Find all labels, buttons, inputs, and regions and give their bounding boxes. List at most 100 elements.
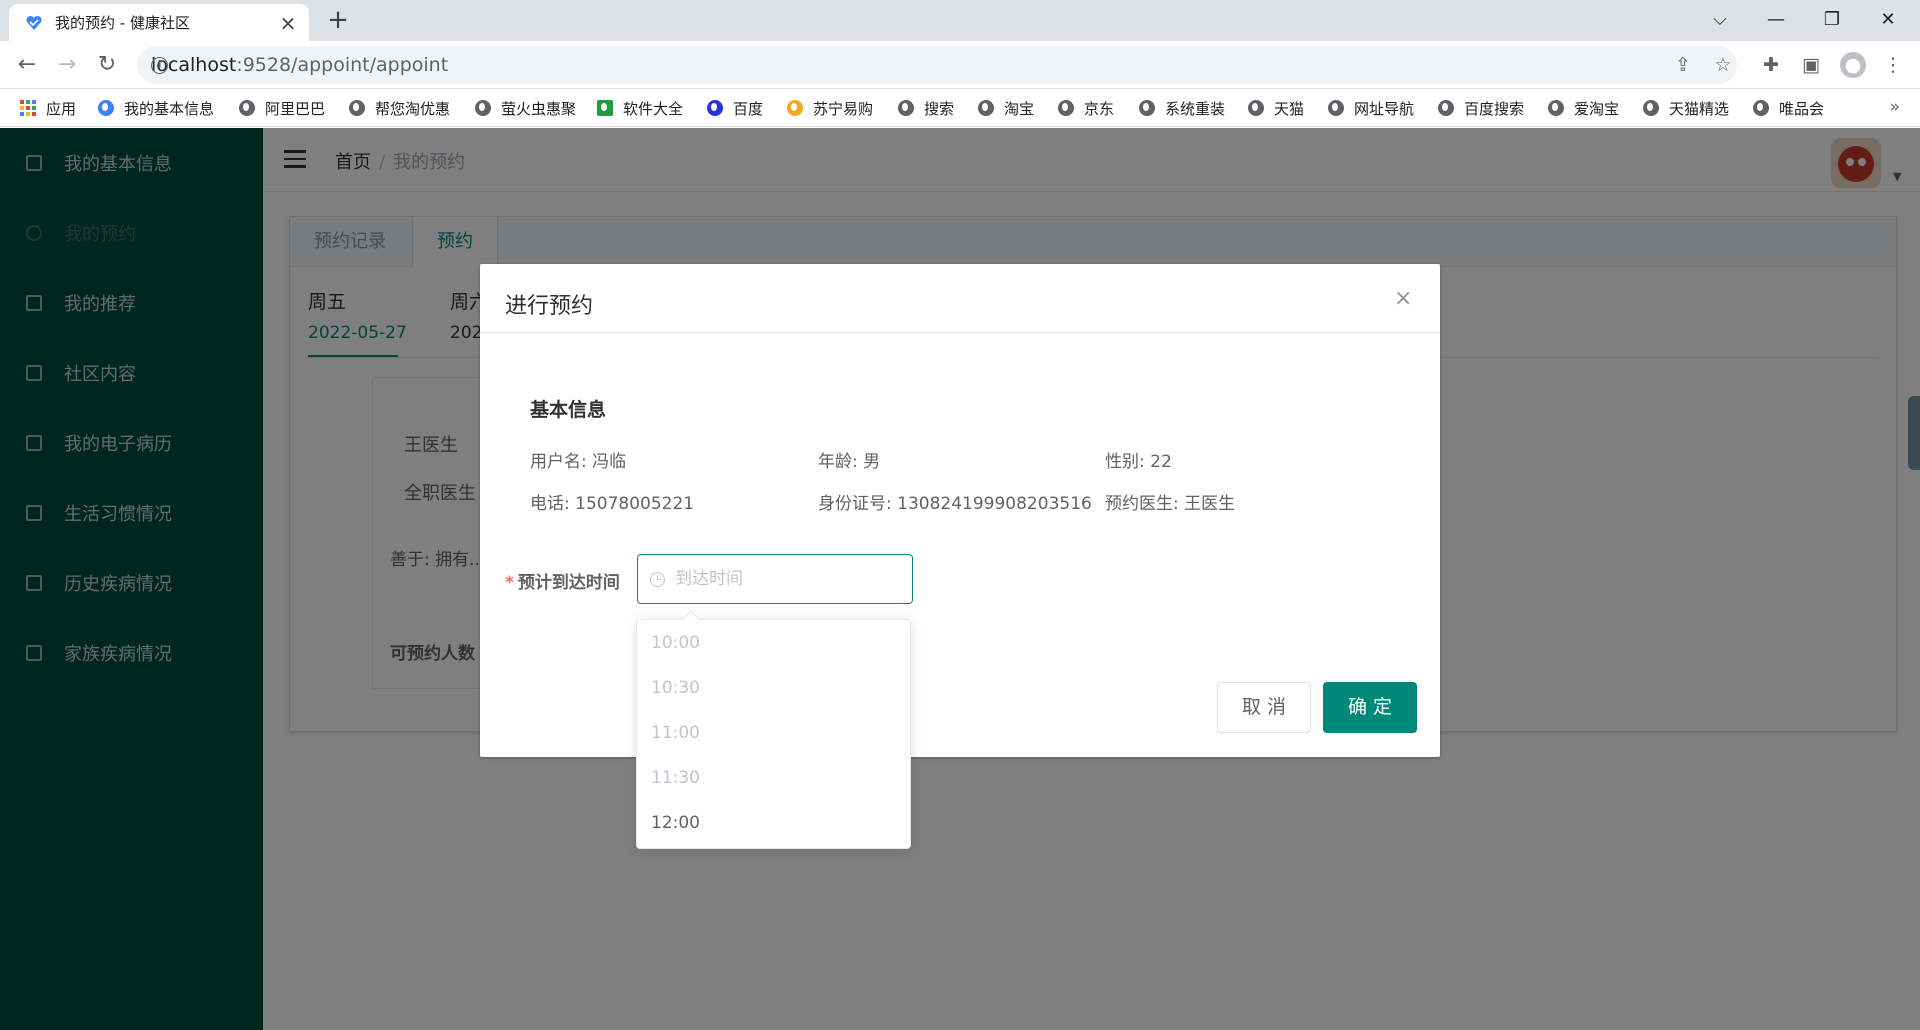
browser-menu-icon[interactable]: ⋮ <box>1880 52 1906 78</box>
globe-icon <box>1058 100 1074 116</box>
reload-icon[interactable]: ↻ <box>93 51 121 79</box>
bookmark-item[interactable]: 淘宝 <box>978 97 1034 119</box>
bookmark-label: 百度 <box>733 99 764 118</box>
bookmark-item[interactable]: 京东 <box>1058 97 1114 119</box>
tab-search-icon[interactable]: ⌵ <box>1692 0 1748 40</box>
dialog-close-icon[interactable]: × <box>1394 286 1412 311</box>
bookmark-item[interactable]: 软件大全 <box>597 97 683 119</box>
globe-icon <box>475 100 491 116</box>
bookmark-item[interactable]: 唯品会 <box>1753 97 1824 119</box>
side-scroll-handle[interactable] <box>1908 396 1920 470</box>
username-value: 冯临 <box>592 452 627 472</box>
extensions-puzzle-icon[interactable]: ✚ <box>1758 52 1784 78</box>
username-label: 用户名: <box>530 452 587 472</box>
doctor-info: 预约医生: 王医生 <box>1105 489 1235 514</box>
doctor-label: 预约医生: <box>1105 494 1179 514</box>
time-options-dropdown: 10:00 10:30 11:00 11:30 12:00 <box>636 610 911 849</box>
bookmark-item[interactable]: 天猫精选 <box>1643 97 1729 119</box>
suning-lion-icon <box>787 100 803 116</box>
id-number-info: 身份证号: 130824199908203516 <box>818 489 1092 514</box>
bookmark-label: 网址导航 <box>1354 99 1415 118</box>
address-toolbar: ← → ↻ i localhost :9528/appoint/appoint … <box>0 41 1920 89</box>
window-close-icon[interactable]: ✕ <box>1860 0 1916 40</box>
phone-info: 电话: 15078005221 <box>530 489 694 514</box>
share-icon[interactable]: ⇪ <box>1670 52 1696 78</box>
globe-icon <box>1753 100 1769 116</box>
bookmarks-overflow-icon[interactable]: » <box>1890 97 1900 117</box>
bookmark-item[interactable]: 百度搜索 <box>1438 97 1524 119</box>
time-option: 10:30 <box>651 678 700 698</box>
bookmark-item[interactable]: 爱淘宝 <box>1548 97 1619 119</box>
tab-close-icon[interactable]: × <box>277 12 299 34</box>
time-option: 11:00 <box>651 723 700 743</box>
restore-icon[interactable]: ❐ <box>1804 0 1860 40</box>
bookmark-label: 应用 <box>46 99 77 118</box>
dialog-header-divider <box>480 332 1440 333</box>
bookmark-label: 我的基本信息 <box>124 99 215 118</box>
download-icon <box>597 100 613 116</box>
clock-icon <box>650 571 665 587</box>
age-value: 男 <box>863 452 881 472</box>
side-panel-icon[interactable]: ▣ <box>1798 52 1824 78</box>
url-path: :9528/appoint/appoint <box>236 54 449 76</box>
globe-icon <box>898 100 914 116</box>
apps-grid-icon <box>20 100 36 116</box>
globe-icon <box>1643 100 1659 116</box>
globe-icon <box>1248 100 1264 116</box>
bookmark-item[interactable]: 萤火虫惠聚 <box>475 97 576 119</box>
bookmark-label: 帮您淘优惠 <box>375 99 451 118</box>
phone-value: 15078005221 <box>575 494 695 514</box>
bookmark-star-icon[interactable]: ☆ <box>1710 52 1736 78</box>
arrival-time-label-text: 预计到达时间 <box>517 573 620 593</box>
arrival-time-label: * 预计到达时间 <box>505 568 620 593</box>
bookmark-item[interactable]: 我的基本信息 <box>98 97 214 119</box>
site-favicon-icon <box>26 15 42 30</box>
browser-tab-strip: 我的预约 - 健康社区 × + ⌵ — ❐ ✕ <box>0 0 1920 41</box>
time-option: 10:00 <box>651 633 700 653</box>
bookmark-item[interactable]: 天猫 <box>1248 97 1304 119</box>
favicon-icon <box>98 100 114 116</box>
bookmark-item[interactable]: 帮您淘优惠 <box>349 97 450 119</box>
bookmark-label: 苏宁易购 <box>813 99 874 118</box>
gender-value: 22 <box>1150 452 1172 472</box>
bookmark-item[interactable]: 网址导航 <box>1328 97 1414 119</box>
url-bar[interactable]: i localhost :9528/appoint/appoint <box>137 46 1737 84</box>
confirm-button[interactable]: 确 定 <box>1323 682 1417 733</box>
gender-label: 性别: <box>1105 452 1145 472</box>
gender-info: 性别: 22 <box>1105 447 1172 472</box>
doctor-value: 王医生 <box>1184 494 1236 514</box>
bookmark-label: 软件大全 <box>623 99 684 118</box>
arrival-time-picker[interactable] <box>637 554 913 604</box>
globe-icon <box>349 100 365 116</box>
bookmark-label: 天猫 <box>1274 99 1305 118</box>
globe-icon <box>1548 100 1564 116</box>
bookmark-label: 唯品会 <box>1779 99 1825 118</box>
browser-tab-title: 我的预约 - 健康社区 <box>55 14 190 32</box>
bookmark-item[interactable]: 阿里巴巴 <box>239 97 325 119</box>
bookmark-item[interactable]: 百度 <box>707 97 763 119</box>
bookmark-item[interactable]: 系统重装 <box>1139 97 1225 119</box>
age-info: 年龄: 男 <box>818 447 880 472</box>
bookmark-label: 搜索 <box>924 99 955 118</box>
minimize-icon[interactable]: — <box>1748 0 1804 40</box>
baidu-paw-icon <box>707 100 723 116</box>
forward-arrow-icon[interactable]: → <box>53 51 81 79</box>
arrival-time-input[interactable] <box>675 569 895 589</box>
dialog-title: 进行预约 <box>505 294 594 319</box>
globe-icon <box>1139 100 1155 116</box>
bookmark-label: 系统重装 <box>1165 99 1226 118</box>
bookmarks-bar: 应用 我的基本信息 阿里巴巴 帮您淘优惠 萤火虫惠聚 软件大全 百度 苏宁易购 … <box>0 89 1920 127</box>
browser-tab[interactable]: 我的预约 - 健康社区 × <box>9 4 309 41</box>
site-info-icon[interactable]: i <box>151 56 168 74</box>
cancel-button[interactable]: 取 消 <box>1217 682 1311 733</box>
back-arrow-icon[interactable]: ← <box>13 51 41 79</box>
new-tab-icon[interactable]: + <box>324 7 352 35</box>
profile-avatar-icon[interactable]: ● <box>1840 52 1866 78</box>
bookmark-apps[interactable]: 应用 <box>20 97 76 119</box>
id-number-value: 130824199908203516 <box>897 494 1092 514</box>
bookmark-item[interactable]: 搜索 <box>898 97 954 119</box>
bookmark-item[interactable]: 苏宁易购 <box>787 97 873 119</box>
time-option[interactable]: 12:00 <box>637 801 910 846</box>
age-label: 年龄: <box>818 452 858 472</box>
section-title: 基本信息 <box>530 399 607 421</box>
